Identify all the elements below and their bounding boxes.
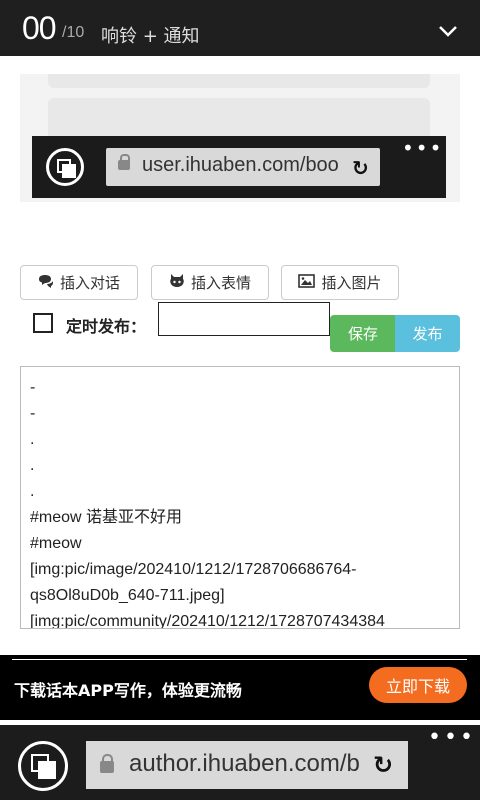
notification-bar: 00 /10 响铃 + 通知 <box>0 0 480 56</box>
insert-dialog-button[interactable]: 插入对话 <box>20 265 138 300</box>
content-editor[interactable]: - -... #meow 诺基亚不好用 #meow [img:pic/image/202… <box>20 366 460 629</box>
embedded-address-bar: user.ihuaben.com/boo ↻ <box>106 148 380 186</box>
lock-icon <box>100 754 114 773</box>
github-icon <box>169 273 185 292</box>
reload-icon[interactable]: ↻ <box>373 751 393 779</box>
editor-line: qs8Ol8uD0b_640-711.jpeg] <box>30 587 225 604</box>
download-banner: 下载话本APP写作，体验更流畅 立即下载 <box>0 655 480 720</box>
address-url: author.ihuaben.com/b <box>129 750 360 777</box>
insert-emoji-button[interactable]: 插入表情 <box>151 265 269 300</box>
divider <box>12 659 467 660</box>
tabs-icon <box>46 148 84 186</box>
lock-icon <box>118 154 130 170</box>
publish-button[interactable]: 发布 <box>395 315 460 352</box>
editor-line: #meow 诺基亚不好用 <box>30 509 183 526</box>
browser-bar: author.ihuaben.com/b ↻ ••• <box>0 725 480 800</box>
editor-line: . <box>30 457 35 474</box>
more-icon[interactable]: ••• <box>428 725 476 750</box>
editor-line: [img:pic/community/202410/1212/172870743… <box>30 613 385 629</box>
reload-icon: ↻ <box>352 156 369 180</box>
insert-dialog-label: 插入对话 <box>59 274 120 292</box>
embedded-browser-bar: user.ihuaben.com/boo ↻ ••• <box>32 136 446 198</box>
image-icon <box>298 273 316 292</box>
embedded-url: user.ihuaben.com/boo <box>142 154 339 176</box>
notification-title: 响铃 + 通知 <box>101 26 200 47</box>
editor-line: - <box>30 379 36 396</box>
embedded-card <box>48 74 430 88</box>
editor-line: #meow <box>30 535 82 552</box>
editor-line: - <box>30 405 36 422</box>
insert-image-button[interactable]: 插入图片 <box>281 265 399 300</box>
download-now-button[interactable]: 立即下载 <box>369 667 467 703</box>
save-button[interactable]: 保存 <box>330 315 396 352</box>
banner-message: 下载话本APP写作，体验更流畅 <box>14 681 242 700</box>
notification-total: /10 <box>62 24 85 41</box>
insert-image-label: 插入图片 <box>321 274 382 292</box>
comment-icon <box>38 274 54 292</box>
address-bar[interactable]: author.ihuaben.com/b ↻ <box>86 741 408 789</box>
chevron-down-icon[interactable] <box>438 24 458 38</box>
insert-emoji-label: 插入表情 <box>190 274 251 292</box>
schedule-checkbox[interactable] <box>33 313 53 333</box>
notification-count: 00 <box>22 10 57 46</box>
more-icon: ••• <box>402 136 444 160</box>
schedule-time-input[interactable] <box>158 302 330 336</box>
schedule-label: 定时发布： <box>66 317 147 336</box>
editor-line: . <box>30 431 35 448</box>
editor-line: . <box>30 483 35 500</box>
editor-line: [img:pic/image/202410/1212/1728706686764… <box>30 561 357 578</box>
tabs-icon[interactable] <box>18 741 68 791</box>
embedded-screenshot: user.ihuaben.com/boo ↻ ••• <box>20 74 460 202</box>
